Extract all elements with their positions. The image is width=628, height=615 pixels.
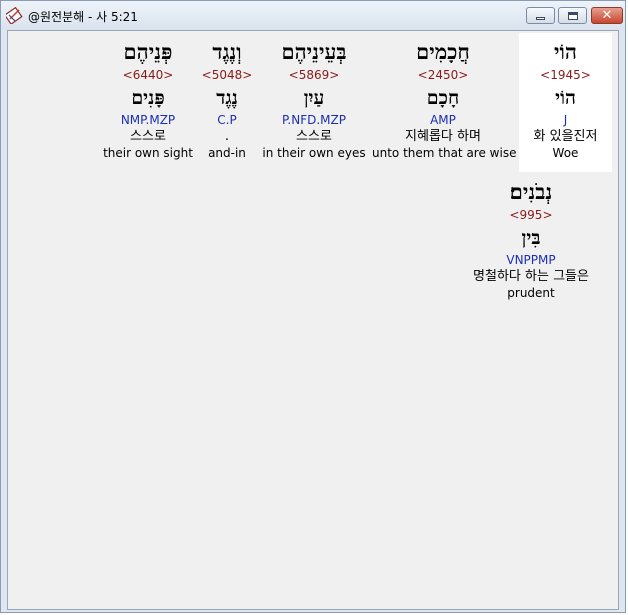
english-gloss: Woe xyxy=(552,146,579,160)
title-bar[interactable]: @원전분해 - 사 5:21 ✕ xyxy=(1,1,625,30)
maximize-icon xyxy=(568,12,578,20)
word-block[interactable]: נְבֹנִים׃ <995> בִּין VNPPMP 명철하다 하는 그들은… xyxy=(454,176,608,310)
strong-number[interactable]: <6440> xyxy=(102,66,194,84)
morphology-code: NMP.MZP xyxy=(120,113,176,127)
hebrew-word: חֲכָמִים xyxy=(416,39,470,64)
word-block[interactable]: חֲכָמִים <2450> חָכָם AMP 지혜롭다 하며 unto t… xyxy=(372,33,517,172)
close-icon: ✕ xyxy=(601,8,613,23)
word-block[interactable]: בְּעֵינֵיהֶם <5869> עַיִן P.NFD.MZP 스스로 … xyxy=(260,33,368,172)
morphology-code: P.NFD.MZP xyxy=(282,113,346,127)
morphology-code: VNPPMP xyxy=(506,253,556,267)
strong-number[interactable]: <1945> xyxy=(519,66,612,84)
morphology-code: AMP xyxy=(430,113,456,127)
minimize-button[interactable] xyxy=(526,7,555,24)
hebrew-root: חָכָם xyxy=(426,87,460,109)
hebrew-word: בְּעֵינֵיהֶם xyxy=(281,39,347,64)
morphology-code: J xyxy=(563,113,568,127)
korean-gloss: 스스로 xyxy=(130,129,166,144)
word-block[interactable]: וְנֶגֶד <5048> נֶגֶד C.P . and-in xyxy=(198,33,256,172)
window-title: @원전분해 - 사 5:21 xyxy=(28,10,138,24)
word-block[interactable]: פְּנֵיהֶם <6440> פָּנִים NMP.MZP 스스로 the… xyxy=(102,33,194,172)
korean-gloss: 스스로 xyxy=(296,129,332,144)
hebrew-root: בִּין xyxy=(521,227,541,249)
korean-gloss: 명철하다 하는 그들은 xyxy=(473,269,589,284)
strong-number[interactable]: <5048> xyxy=(198,66,256,84)
korean-gloss: 화 있을진저 xyxy=(533,129,598,144)
hebrew-word: הוֹי xyxy=(554,39,577,64)
hebrew-word: נְבֹנִים׃ xyxy=(509,179,553,204)
hebrew-root: עַיִן xyxy=(303,87,325,109)
english-gloss: their own sight xyxy=(103,146,193,160)
english-gloss: unto them that are wise xyxy=(372,146,517,160)
strong-number[interactable]: <995> xyxy=(454,206,608,224)
korean-gloss: . xyxy=(224,129,230,144)
interlinear-panel[interactable]: הוֹי <1945> הוֹי J 화 있을진저 Woe חֲכָמִים <… xyxy=(7,30,619,610)
hebrew-word: וְנֶגֶד xyxy=(212,39,242,64)
hebrew-word: פְּנֵיהֶם xyxy=(123,39,173,64)
word-block[interactable]: הוֹי <1945> הוֹי J 화 있을진저 Woe xyxy=(519,33,612,172)
strong-number[interactable]: <2450> xyxy=(372,66,514,84)
morphology-code: C.P xyxy=(217,113,237,127)
minimize-icon xyxy=(536,17,545,20)
strong-number[interactable]: <5869> xyxy=(260,66,368,84)
close-button[interactable]: ✕ xyxy=(591,7,623,24)
hebrew-root: פָּנִים xyxy=(131,87,165,109)
english-gloss: in their own eyes xyxy=(262,146,366,160)
english-gloss: prudent xyxy=(507,286,555,300)
hebrew-root: נֶגֶד xyxy=(216,87,238,109)
korean-gloss: 지혜롭다 하며 xyxy=(405,129,481,144)
maximize-button[interactable] xyxy=(558,7,587,24)
hebrew-root: הוֹי xyxy=(555,87,576,109)
app-window: @원전분해 - 사 5:21 ✕ הוֹי <1945> הוֹי J 화 있을… xyxy=(0,0,626,613)
english-gloss: and-in xyxy=(208,146,246,160)
app-icon[interactable] xyxy=(6,7,23,24)
